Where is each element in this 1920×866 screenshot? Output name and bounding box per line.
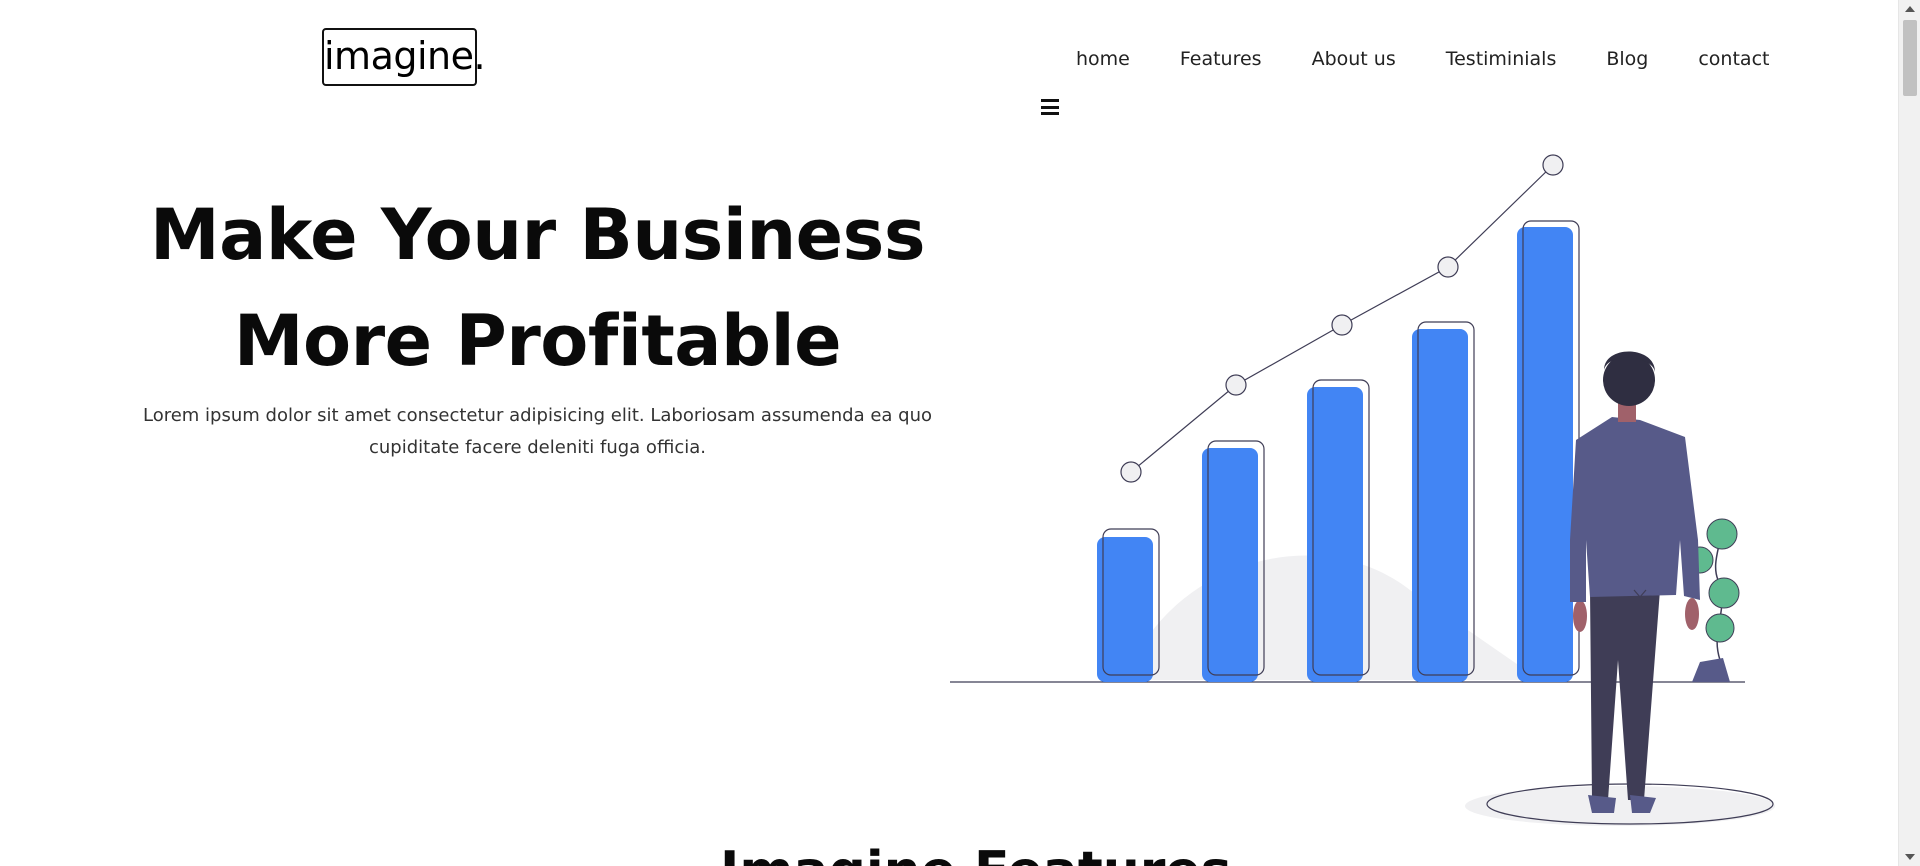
- nav-features[interactable]: Features: [1180, 48, 1262, 70]
- trend-point-5: [1542, 154, 1564, 176]
- scroll-up-icon[interactable]: [1905, 6, 1915, 12]
- logo[interactable]: imagine.: [322, 28, 486, 86]
- growth-chart-illustration: [950, 154, 1775, 826]
- bar-3: [1307, 387, 1363, 682]
- nav-home[interactable]: home: [1076, 48, 1130, 70]
- main-nav: home Features About us Testiminials Blog…: [1076, 48, 1769, 70]
- hamburger-icon[interactable]: [1041, 99, 1059, 115]
- trend-point-1: [1120, 461, 1142, 483]
- scrollbar-thumb[interactable]: [1903, 20, 1917, 96]
- features-title: Imagine Features: [720, 836, 1232, 866]
- trend-point-4: [1437, 256, 1459, 278]
- trend-point-3: [1331, 314, 1353, 336]
- nav-about-us[interactable]: About us: [1312, 48, 1396, 70]
- bar-2: [1202, 448, 1258, 682]
- trend-point-2: [1225, 374, 1247, 396]
- nav-testimonials[interactable]: Testiminials: [1446, 48, 1557, 70]
- hero-title-line1: Make Your Business: [150, 194, 925, 276]
- hero-title-line2: More Profitable: [233, 300, 842, 382]
- scroll-down-icon[interactable]: [1905, 854, 1915, 860]
- bar-1: [1097, 537, 1153, 682]
- hero-description: Lorem ipsum dolor sit amet consectetur a…: [143, 405, 932, 458]
- bar-5: [1517, 227, 1573, 682]
- bar-4: [1412, 329, 1468, 682]
- scrollbar[interactable]: [1898, 0, 1920, 866]
- nav-contact[interactable]: contact: [1698, 48, 1769, 70]
- hero-title: Make Your Business More Profitable: [120, 182, 955, 394]
- nav-blog[interactable]: Blog: [1606, 48, 1648, 70]
- floor-shadow: [1465, 786, 1775, 826]
- businessman-illustration: [1570, 351, 1700, 813]
